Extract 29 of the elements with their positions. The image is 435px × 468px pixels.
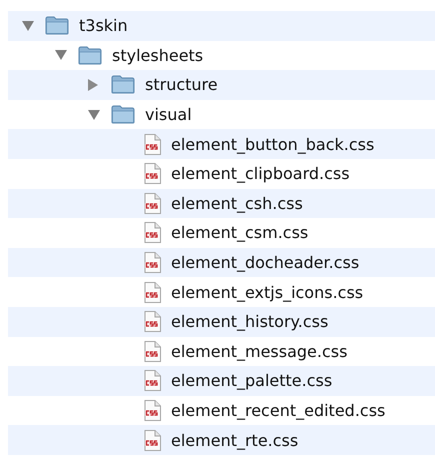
css-file-icon bbox=[144, 252, 161, 274]
collapse-arrow-icon[interactable] bbox=[88, 110, 100, 120]
css-file-icon bbox=[144, 282, 161, 303]
css-file-icon bbox=[144, 163, 161, 184]
collapse-arrow-icon[interactable] bbox=[22, 20, 34, 31]
folder-icon bbox=[111, 105, 135, 124]
folder-name[interactable]: visual bbox=[145, 105, 192, 124]
folder-icon bbox=[111, 75, 135, 94]
file-name[interactable]: element_clipboard.css bbox=[171, 164, 350, 184]
css-file-icon bbox=[144, 400, 161, 422]
css-file-icon bbox=[144, 192, 161, 214]
folder-icon bbox=[78, 46, 102, 65]
expand-arrow-icon[interactable] bbox=[88, 78, 98, 91]
css-file-icon bbox=[144, 134, 161, 155]
file-name[interactable]: element_recent_edited.css bbox=[171, 401, 386, 420]
css-file-icon bbox=[144, 222, 161, 244]
css-file-icon bbox=[144, 430, 161, 451]
file-name[interactable]: element_rte.css bbox=[171, 430, 298, 450]
folder-name[interactable]: stylesheets bbox=[112, 46, 204, 65]
folder-name[interactable]: structure bbox=[145, 75, 218, 94]
css-file-icon bbox=[144, 340, 161, 362]
file-name[interactable]: element_csm.css bbox=[171, 223, 308, 242]
folder-name[interactable]: t3skin bbox=[79, 16, 128, 36]
file-name[interactable]: element_extjs_icons.css bbox=[171, 282, 364, 302]
css-file-icon bbox=[144, 311, 161, 332]
file-name[interactable]: element_message.css bbox=[171, 342, 348, 361]
collapse-arrow-icon[interactable] bbox=[55, 50, 67, 60]
css-file-icon bbox=[144, 370, 161, 392]
folder-icon bbox=[45, 16, 69, 36]
